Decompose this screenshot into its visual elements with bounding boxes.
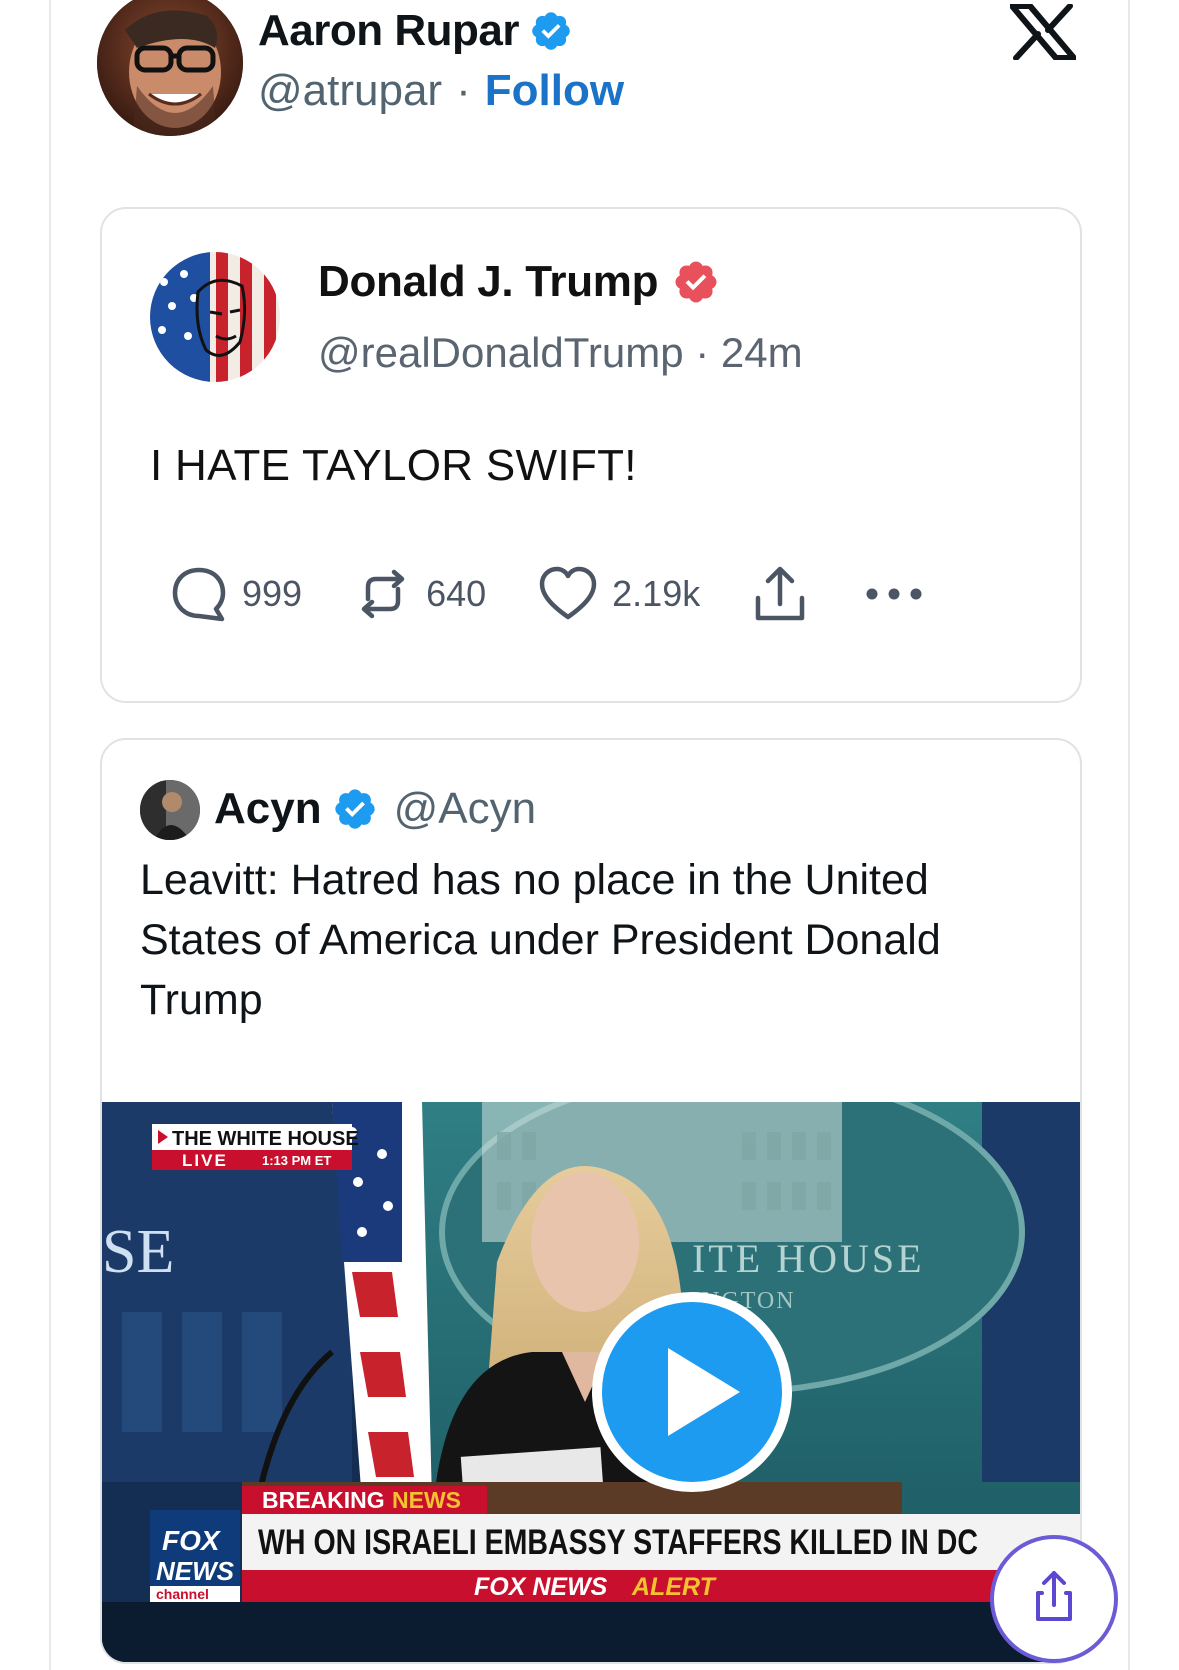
breaking-news-label: NEWS bbox=[392, 1487, 461, 1513]
author-handle-row: @atrupar · Follow bbox=[258, 66, 624, 116]
wall-text-right: ITE HOUSE bbox=[692, 1236, 925, 1281]
logo-news: NEWS bbox=[156, 1556, 235, 1586]
logo-channel: channel bbox=[156, 1586, 209, 1602]
trump-meta: @realDonaldTrump · 24m bbox=[318, 329, 803, 377]
verified-badge-icon bbox=[532, 12, 570, 50]
embed-frame-right bbox=[1128, 0, 1130, 1670]
truth-post-card[interactable]: Donald J. Trump @realDonaldTrump · 24m I… bbox=[100, 207, 1082, 703]
quoted-tweet-card[interactable]: Acyn @Acyn Leavitt: Hatred has no place … bbox=[100, 738, 1082, 1664]
truth-verified-badge-icon bbox=[675, 261, 717, 303]
bug-time: 1:13 PM ET bbox=[262, 1153, 331, 1168]
trump-avatar[interactable] bbox=[150, 252, 280, 382]
like-count: 2.19k bbox=[612, 573, 701, 614]
speech-bubble-icon bbox=[172, 567, 226, 622]
reply-button[interactable]: 999 bbox=[170, 565, 302, 623]
breaking-label: BREAKING bbox=[262, 1487, 385, 1513]
trump-display-name[interactable]: Donald J. Trump bbox=[318, 257, 659, 307]
truth-action-bar: 999 640 2.19k bbox=[170, 564, 976, 624]
alert-fox-label: FOX NEWS bbox=[474, 1573, 608, 1601]
wall-text-left: SE bbox=[102, 1218, 174, 1286]
acyn-display-name[interactable]: Acyn bbox=[214, 784, 322, 834]
meta-separator: · bbox=[695, 329, 710, 376]
author-handle[interactable]: @atrupar bbox=[258, 66, 442, 116]
headline: WH ON ISRAELI EMBASSY STAFFERS KILLED IN… bbox=[258, 1523, 978, 1562]
repost-arrows-icon bbox=[361, 569, 405, 619]
retruth-button[interactable]: 640 bbox=[354, 565, 486, 623]
video-thumbnail: ITE HOUSE INGTON SE THE WHITE HOUSE LIVE… bbox=[102, 1102, 1080, 1662]
acyn-avatar[interactable] bbox=[140, 780, 200, 840]
trump-name-row: Donald J. Trump bbox=[318, 257, 720, 307]
more-dots-icon bbox=[866, 588, 922, 600]
handle-separator: · bbox=[456, 66, 471, 115]
floating-share-button[interactable] bbox=[990, 1535, 1118, 1663]
play-icon bbox=[668, 1348, 740, 1436]
trump-handle[interactable]: @realDonaldTrump bbox=[318, 329, 684, 376]
post-time[interactable]: 24m bbox=[721, 329, 803, 376]
embed-frame-left bbox=[49, 0, 51, 1670]
acyn-handle[interactable]: @Acyn bbox=[394, 784, 536, 834]
x-logo-icon[interactable] bbox=[1010, 4, 1076, 60]
author-name-row: Aaron Rupar bbox=[258, 6, 573, 56]
heart-icon bbox=[539, 566, 597, 620]
author-name[interactable]: Aaron Rupar bbox=[258, 6, 519, 56]
verified-badge-icon bbox=[334, 789, 375, 829]
author-avatar[interactable] bbox=[97, 0, 243, 136]
share-button[interactable] bbox=[752, 564, 808, 624]
bug-title: THE WHITE HOUSE bbox=[172, 1128, 359, 1150]
share-upload-icon bbox=[1036, 1571, 1072, 1621]
like-button[interactable]: 2.19k bbox=[538, 565, 700, 623]
acyn-name-row: Acyn @Acyn bbox=[214, 784, 536, 834]
quoted-tweet-text: Leavitt: Hatred has no place in the Unit… bbox=[140, 856, 941, 1024]
play-button[interactable] bbox=[592, 1292, 792, 1492]
retruth-count: 640 bbox=[426, 573, 487, 614]
video-player[interactable]: ITE HOUSE INGTON SE THE WHITE HOUSE LIVE… bbox=[102, 1102, 1080, 1662]
alert-word-label: ALERT bbox=[631, 1573, 718, 1601]
share-upload-icon bbox=[755, 566, 805, 621]
reply-count: 999 bbox=[242, 573, 303, 614]
truth-post-text: I HATE TAYLOR SWIFT! bbox=[150, 441, 637, 490]
bug-live: LIVE bbox=[182, 1151, 228, 1170]
follow-button[interactable]: Follow bbox=[485, 66, 624, 116]
more-button[interactable] bbox=[864, 584, 924, 604]
logo-fox: FOX bbox=[162, 1525, 222, 1556]
